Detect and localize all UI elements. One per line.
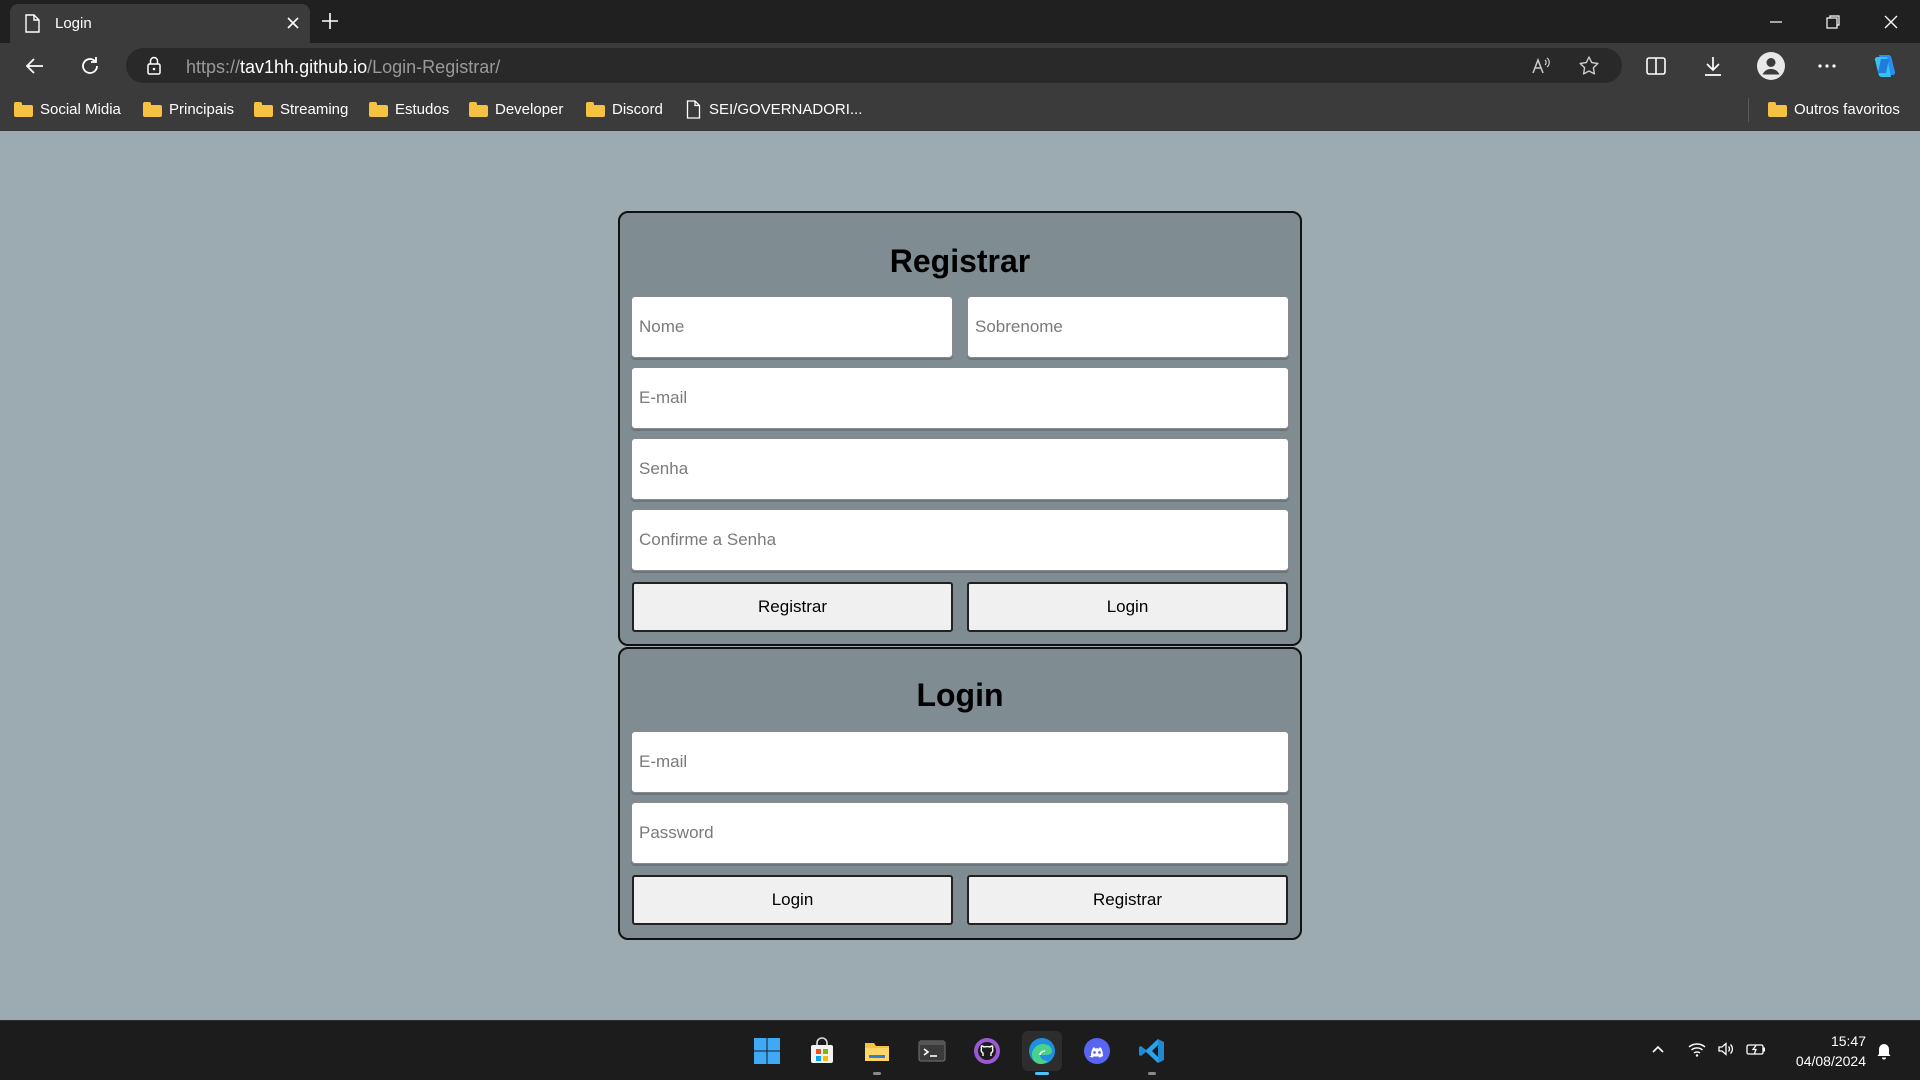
system-clock[interactable]: 15:47 04/08/2024 <box>1782 1031 1866 1071</box>
favorite-star-icon[interactable] <box>1578 55 1600 77</box>
taskbar-file-explorer[interactable] <box>857 1031 897 1075</box>
store-icon <box>811 1037 833 1063</box>
start-button[interactable] <box>747 1031 787 1071</box>
bookmark-discord[interactable]: Discord <box>586 98 663 120</box>
last-name-input[interactable] <box>967 296 1289 358</box>
taskbar-github-desktop[interactable] <box>967 1031 1007 1071</box>
register-password-input[interactable] <box>631 438 1289 500</box>
copilot-icon[interactable] <box>1870 51 1900 81</box>
login-title: Login <box>916 677 1004 713</box>
start-icon <box>754 1038 780 1064</box>
running-indicator <box>1035 1072 1049 1075</box>
taskbar-discord[interactable] <box>1077 1031 1117 1071</box>
back-icon[interactable] <box>22 53 48 79</box>
tab-title: Login <box>55 15 92 32</box>
lock-icon[interactable] <box>146 56 162 75</box>
terminal-icon <box>918 1040 946 1062</box>
more-options-icon[interactable] <box>1814 53 1840 79</box>
url-scheme: https:// <box>186 57 241 77</box>
bookmark-label: Social Midia <box>40 100 121 118</box>
confirm-password-input[interactable] <box>631 509 1289 571</box>
bookmark-outros-favoritos[interactable]: Outros favoritos <box>1768 98 1900 120</box>
navigation-bar: https://tav1hh.github.io/Login-Registrar… <box>0 43 1920 88</box>
bookmark-label: Principais <box>169 100 235 118</box>
login-email-input[interactable] <box>631 731 1289 793</box>
battery-charging-icon[interactable] <box>1746 1039 1766 1059</box>
folder-icon <box>469 101 488 117</box>
wifi-icon[interactable] <box>1687 1039 1707 1059</box>
page-icon <box>25 14 40 33</box>
go-to-register-button[interactable]: Registrar <box>967 875 1288 925</box>
minimize-icon[interactable] <box>1764 10 1788 34</box>
first-name-input[interactable] <box>631 296 953 358</box>
notification-bell-icon[interactable] <box>1874 1040 1894 1060</box>
go-to-login-button[interactable]: Login <box>967 582 1288 632</box>
show-hidden-icons-icon[interactable] <box>1648 1039 1668 1059</box>
bookmark-label: SEI/GOVERNADORI... <box>709 100 863 118</box>
running-indicator <box>873 1072 881 1075</box>
bookmarks-separator <box>1748 98 1749 122</box>
close-window-icon[interactable] <box>1879 10 1903 34</box>
register-email-input[interactable] <box>631 367 1289 429</box>
running-indicator <box>1148 1072 1156 1075</box>
clock-date: 04/08/2024 <box>1795 1053 1866 1069</box>
bookmark-principais[interactable]: Principais <box>143 98 234 120</box>
new-tab-icon[interactable] <box>318 9 342 33</box>
folder-icon <box>1768 101 1787 117</box>
taskbar-edge[interactable] <box>1022 1031 1062 1075</box>
bookmark-estudos[interactable]: Estudos <box>369 98 449 120</box>
url-path: /Login-Registrar/ <box>367 57 501 77</box>
page-content: Registrar Registrar Login Login Login Re… <box>0 131 1920 1020</box>
restore-icon[interactable] <box>1821 10 1845 34</box>
reload-icon[interactable] <box>77 53 103 79</box>
bookmark-label: Estudos <box>395 100 450 118</box>
browser-tab[interactable]: Login <box>10 4 310 43</box>
bookmark-label: Outros favoritos <box>1794 100 1900 118</box>
bookmark-label: Discord <box>612 100 663 118</box>
github-desktop-icon <box>974 1038 1000 1064</box>
folder-icon <box>143 101 162 117</box>
bookmark-developer[interactable]: Developer <box>469 98 563 120</box>
vscode-icon <box>1139 1039 1164 1063</box>
clock-time: 15:47 <box>1830 1033 1866 1049</box>
taskbar-store[interactable] <box>802 1031 842 1071</box>
download-icon[interactable] <box>1700 53 1726 79</box>
folder-icon <box>369 101 388 117</box>
read-aloud-icon[interactable] <box>1530 55 1552 77</box>
url-text[interactable]: https://tav1hh.github.io/Login-Registrar… <box>186 57 500 78</box>
register-title: Registrar <box>889 243 1031 279</box>
register-card: Registrar Registrar Login <box>618 211 1302 646</box>
volume-icon[interactable] <box>1716 1039 1736 1059</box>
file-explorer-icon <box>865 1043 889 1061</box>
split-screen-icon[interactable] <box>1643 53 1669 79</box>
profile-avatar-icon[interactable] <box>1756 51 1786 81</box>
bookmarks-bar: Social Midia Principais Streaming Estudo… <box>0 88 1920 131</box>
login-password-input[interactable] <box>631 802 1289 864</box>
page-icon <box>686 99 701 119</box>
folder-icon <box>254 101 273 117</box>
login-card: Login Login Registrar <box>618 647 1302 940</box>
address-bar[interactable]: https://tav1hh.github.io/Login-Registrar… <box>126 48 1622 83</box>
edge-icon <box>1029 1038 1055 1064</box>
login-submit-button[interactable]: Login <box>632 875 953 925</box>
discord-icon <box>1084 1038 1110 1064</box>
folder-icon <box>14 101 33 117</box>
close-tab-icon[interactable] <box>282 12 304 34</box>
register-submit-button[interactable]: Registrar <box>632 582 953 632</box>
tab-strip: Login <box>0 0 1920 43</box>
taskbar-terminal[interactable] <box>912 1031 952 1071</box>
taskbar-vscode[interactable] <box>1132 1031 1172 1075</box>
bookmark-label: Developer <box>495 100 564 118</box>
bookmark-streaming[interactable]: Streaming <box>254 98 348 120</box>
folder-icon <box>586 101 605 117</box>
bookmark-social-midia[interactable]: Social Midia <box>14 98 121 120</box>
url-host: tav1hh.github.io <box>240 57 368 77</box>
bookmark-sei-governadoria[interactable]: SEI/GOVERNADORI... <box>686 98 862 120</box>
taskbar: 15:47 04/08/2024 <box>0 1020 1920 1080</box>
bookmark-label: Streaming <box>280 100 349 118</box>
